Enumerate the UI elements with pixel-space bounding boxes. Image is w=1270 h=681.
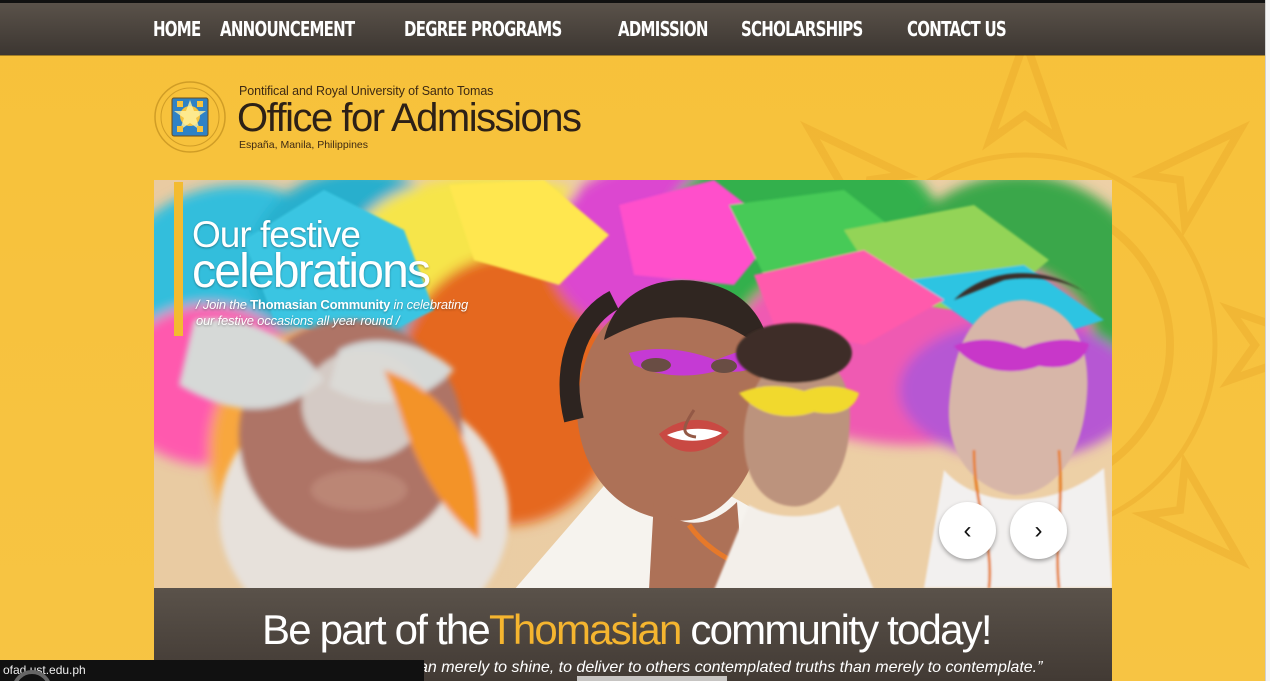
- hero-accent-bar: [174, 182, 183, 336]
- nav-home[interactable]: HOME: [153, 17, 201, 41]
- quote-cutoff-text: [577, 676, 727, 681]
- nav-announcement[interactable]: ANNOUNCEMENT: [220, 17, 355, 41]
- hero-subtitle-suffix: in celebrating: [390, 297, 469, 312]
- hero-title-line2: celebrations: [192, 245, 431, 298]
- community-tagline: Be part of theThomasian community today!: [262, 606, 993, 654]
- nav-degree-programs[interactable]: DEGREE PROGRAMS: [404, 17, 562, 41]
- main-nav: HOME ANNOUNCEMENT DEGREE PROGRAMS ADMISS…: [153, 17, 1013, 41]
- hero-subtitle-strong: Thomasian Community: [250, 297, 391, 312]
- office-address: España, Manila, Philippines: [239, 139, 368, 151]
- top-navigation-bar: HOME ANNOUNCEMENT DEGREE PROGRAMS ADMISS…: [0, 3, 1265, 55]
- chevron-right-icon: ›: [1034, 517, 1043, 544]
- nav-contact-us[interactable]: CONTACT US: [907, 17, 1007, 41]
- chevron-left-icon: ‹: [963, 517, 972, 544]
- ust-seal-logo: [154, 81, 226, 153]
- tagline-accent: Thomasian: [488, 606, 682, 653]
- thomasian-quote: an merely to shine, to deliver to others…: [419, 659, 1043, 676]
- slider-prev-button[interactable]: ‹: [939, 502, 996, 559]
- slider-next-button[interactable]: ›: [1010, 502, 1067, 559]
- tagline-after: community today!: [680, 606, 992, 653]
- nav-scholarships[interactable]: SCHOLARSHIPS: [741, 17, 863, 41]
- nav-admission[interactable]: ADMISSION: [618, 17, 708, 41]
- hero-slider: Our festive celebrations / Join the Thom…: [154, 180, 1112, 588]
- hero-subtitle-prefix: / Join the: [196, 297, 251, 312]
- browser-scrollbar[interactable]: [1265, 0, 1270, 681]
- hero-subtitle-line2: our festive occasions all year round /: [196, 313, 400, 328]
- page: HOME ANNOUNCEMENT DEGREE PROGRAMS ADMISS…: [0, 0, 1270, 681]
- browser-status-bar: ofad.ust.edu.ph: [0, 660, 424, 681]
- tagline-before: Be part of the: [262, 606, 491, 653]
- hero-subtitle: / Join the Thomasian Community in celebr…: [196, 297, 516, 329]
- office-title: Office for Admissions: [237, 96, 582, 140]
- site-branding[interactable]: Pontifical and Royal University of Santo…: [153, 80, 633, 160]
